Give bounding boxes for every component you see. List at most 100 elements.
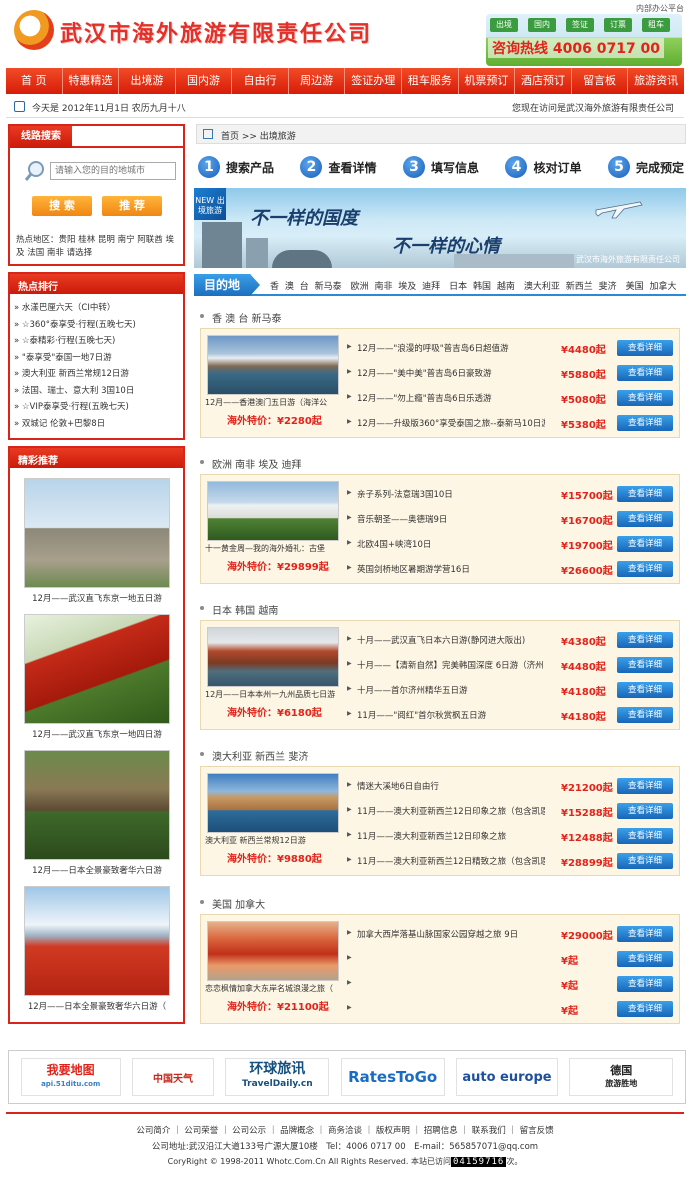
recommend-caption[interactable]: 12月——日本全景豪致奢华六日游（ <box>24 1000 170 1012</box>
tour-title[interactable]: 11月——澳大利亚新西兰12日精致之旅（包含凯恩 <box>357 855 545 867</box>
route-search-tab[interactable]: 线路搜索 <box>10 126 72 148</box>
company-logo-icon[interactable] <box>14 10 54 50</box>
partner-weather-logo[interactable]: 中国天气 <box>131 1058 214 1096</box>
section-caption[interactable]: 恋恋枫情加拿大东岸名城浪漫之旅（ <box>205 983 341 994</box>
section-photo[interactable] <box>207 773 339 833</box>
section-title[interactable]: 澳大利亚 新西兰 斐济 <box>199 748 308 763</box>
recommend-photo[interactable] <box>24 886 170 996</box>
section-title[interactable]: 日本 韩国 越南 <box>199 602 278 617</box>
recommend-item[interactable]: 12月——武汉直飞东京一地五日游 <box>24 478 170 604</box>
section-title[interactable]: 美国 加拿大 <box>199 896 265 911</box>
tour-title[interactable]: 12月——"美中美"普吉岛6日豪致游 <box>357 367 545 379</box>
partner-ratestogo-logo[interactable]: RatesToGo <box>340 1058 445 1096</box>
nav-specials[interactable]: 特惠精选 <box>63 68 120 94</box>
tour-title[interactable]: 11月——澳大利亚新西兰12日印象之旅（包含凯恩 <box>357 805 545 817</box>
view-details-button[interactable]: 查看详细 <box>617 340 673 356</box>
tour-title[interactable]: 12月——"浪漫的呼吸"普吉岛6日超值游 <box>357 342 545 354</box>
view-details-button[interactable]: 查看详细 <box>617 536 673 552</box>
tour-title[interactable]: 十月——首尔济州精华五日游 <box>357 684 545 696</box>
view-details-button[interactable]: 查看详细 <box>617 951 673 967</box>
section-caption[interactable]: 12月——日本本州一九州品质七日游 <box>205 689 341 700</box>
partner-germany-logo[interactable]: 德国 旅游胜地 <box>569 1058 674 1096</box>
nav-independent[interactable]: 自由行 <box>232 68 289 94</box>
partner-traveldaily-logo[interactable]: 环球旅讯 TravelDaily.cn <box>225 1058 330 1096</box>
section-photo[interactable] <box>207 481 339 541</box>
recommend-caption[interactable]: 12月——日本全景豪致奢华六日游 <box>24 864 170 876</box>
view-details-button[interactable]: 查看详细 <box>617 803 673 819</box>
search-button[interactable]: 搜 索 <box>32 196 92 216</box>
recommend-caption[interactable]: 12月——武汉直飞东京一地五日游 <box>24 592 170 604</box>
ranking-item[interactable]: » 澳大利亚 新西兰常规12日游 <box>14 366 183 383</box>
view-details-button[interactable]: 查看详细 <box>617 365 673 381</box>
tour-title[interactable]: 北欧4国+峡湾10日 <box>357 538 545 550</box>
nav-car-rental[interactable]: 租车服务 <box>402 68 459 94</box>
tour-title[interactable]: 音乐朝圣——奥德瑞9日 <box>357 513 545 525</box>
recommend-photo[interactable] <box>24 750 170 860</box>
ranking-item[interactable]: » 法国、瑞士、意大利 3国10日 <box>14 383 183 400</box>
tour-title[interactable]: 加拿大西岸落基山脉国家公园穿越之旅 9日 <box>357 928 545 940</box>
section-caption[interactable]: 澳大利亚 新西兰常规12日游 <box>205 835 341 846</box>
section-caption[interactable]: 12月——香港澳门五日游（海洋公 <box>205 397 341 408</box>
view-details-button[interactable]: 查看详细 <box>617 976 673 992</box>
tour-title[interactable]: 十月——【清新自然】完美韩国深度 6日游（济州 <box>357 659 545 671</box>
tour-title[interactable]: 11月——"阅红"首尔秋赏枫五日游 <box>357 709 545 721</box>
nav-outbound[interactable]: 出境游 <box>119 68 176 94</box>
view-details-button[interactable]: 查看详细 <box>617 390 673 406</box>
destination-tab[interactable]: 目的地 <box>194 274 260 296</box>
recommend-photo[interactable] <box>24 614 170 724</box>
section-caption[interactable]: 十一黄金周—我的海外婚礼：古堡 <box>205 543 341 554</box>
section-photo[interactable] <box>207 627 339 687</box>
partner-51ditu-logo[interactable]: 我要地图 api.51ditu.com <box>20 1058 121 1096</box>
recommend-item[interactable]: 12月——日本全景豪致奢华六日游 <box>24 750 170 876</box>
tour-title[interactable]: 亲子系列-法意瑞3国10日 <box>357 488 545 500</box>
view-details-button[interactable]: 查看详细 <box>617 657 673 673</box>
recommend-caption[interactable]: 12月——武汉直飞东京一地四日游 <box>24 728 170 740</box>
nav-nearby[interactable]: 周边游 <box>289 68 346 94</box>
destination-links[interactable]: 香 澳 台 新马泰 欧洲 南非 埃及 迪拜 日本 韩国 越南 澳大利亚 新西兰 … <box>270 279 676 292</box>
view-details-button[interactable]: 查看详细 <box>617 632 673 648</box>
destination-search-input[interactable] <box>50 162 176 180</box>
section-photo[interactable] <box>207 335 339 395</box>
nav-news[interactable]: 旅游资讯 <box>628 68 684 94</box>
nav-hotels[interactable]: 酒店预订 <box>515 68 572 94</box>
view-details-button[interactable]: 查看详细 <box>617 828 673 844</box>
nav-domestic[interactable]: 国内游 <box>176 68 233 94</box>
view-details-button[interactable]: 查看详细 <box>617 682 673 698</box>
view-details-button[interactable]: 查看详细 <box>617 511 673 527</box>
view-details-button[interactable]: 查看详细 <box>617 486 673 502</box>
tour-title[interactable]: 12月——升级版360°享受泰国之旅--泰新马10日游 <box>357 417 545 429</box>
nav-visa[interactable]: 签证办理 <box>345 68 403 94</box>
section-title[interactable]: 香 澳 台 新马泰 <box>200 310 282 325</box>
breadcrumb-text[interactable]: 首页 >> 出境旅游 <box>221 129 296 142</box>
recommend-item[interactable]: 12月——日本全景豪致奢华六日游（ <box>24 886 170 1012</box>
view-details-button[interactable]: 查看详细 <box>617 1001 673 1017</box>
view-details-button[interactable]: 查看详细 <box>617 778 673 794</box>
recommend-item[interactable]: 12月——武汉直飞东京一地四日游 <box>24 614 170 740</box>
tour-title[interactable]: 十月——武汉直飞日本六日游(静冈进大阪出) <box>357 634 545 646</box>
tour-title[interactable]: 情迷大溪地6日自由行 <box>357 780 545 792</box>
office-platform-link[interactable]: 内部办公平台 <box>636 3 684 14</box>
nav-home[interactable]: 首 页 <box>6 68 63 94</box>
ranking-item[interactable]: » ☆泰精彩·行程(五晚七天) <box>14 333 183 350</box>
hot-areas[interactable]: 热点地区：贵阳 桂林 昆明 南宁 阿联酋 埃及 法国 南非 请选择 <box>16 234 181 260</box>
ranking-item[interactable]: » "泰享受"泰国一地7日游 <box>14 350 183 367</box>
promo-banner[interactable]: NEW 出境旅游 不一样的国度 不一样的心情 武汉市海外旅游有限责任公司 <box>194 188 686 268</box>
nav-flights[interactable]: 机票预订 <box>459 68 516 94</box>
tour-title[interactable]: 11月——澳大利亚新西兰12日印象之旅 <box>357 830 545 842</box>
ranking-item[interactable]: » 双城记 伦敦+巴黎8日 <box>14 416 183 433</box>
recommend-button[interactable]: 推 荐 <box>102 196 162 216</box>
nav-guestbook[interactable]: 留言板 <box>572 68 629 94</box>
recommend-photo[interactable] <box>24 478 170 588</box>
tour-title[interactable]: 英国剑桥地区暑期游学营16日 <box>357 563 545 575</box>
view-details-button[interactable]: 查看详细 <box>617 561 673 577</box>
view-details-button[interactable]: 查看详细 <box>617 926 673 942</box>
ranking-item[interactable]: » ☆360°泰享受·行程(五晚七天) <box>14 317 183 334</box>
tour-title[interactable]: 12月——"勿上瘾"普吉岛6日乐透游 <box>357 392 545 404</box>
partner-autoeurope-logo[interactable]: auto europe <box>455 1058 558 1096</box>
view-details-button[interactable]: 查看详细 <box>617 415 673 431</box>
view-details-button[interactable]: 查看详细 <box>617 707 673 723</box>
view-details-button[interactable]: 查看详细 <box>617 853 673 869</box>
section-photo[interactable] <box>207 921 339 981</box>
ranking-item[interactable]: » 水漾巴厘六天（CI中转） <box>14 300 183 317</box>
ranking-item[interactable]: » ☆VIP泰享受·行程(五晚七天) <box>14 399 183 416</box>
